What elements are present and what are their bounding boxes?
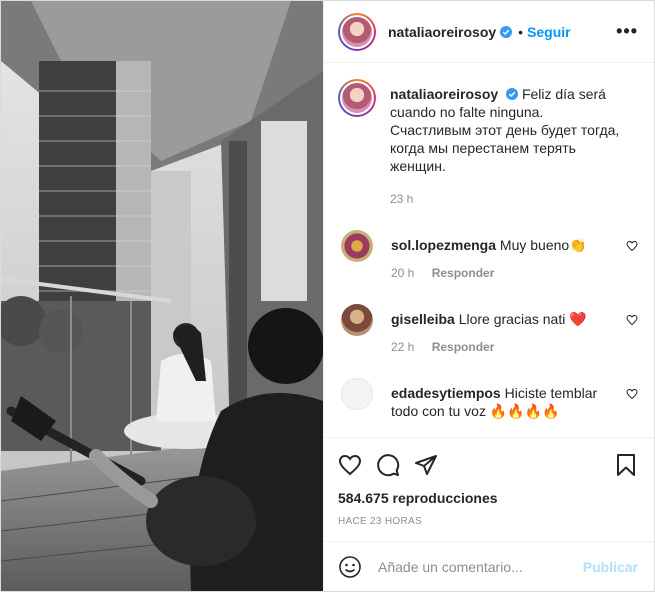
comment-timestamp[interactable]: 20 h [391,266,414,280]
reply-button[interactable]: Responder [432,340,495,354]
commenter-username[interactable]: giselleiba [391,311,455,327]
view-count[interactable]: 584.675 reproducciones [338,490,638,506]
verified-badge-icon [506,88,519,100]
comment-item: giselleiba Llore gracias nati ❤️ 22 h Re… [338,304,638,356]
comment-timestamp[interactable]: 22 h [391,340,414,354]
caption-username[interactable]: nataliaoreirosoy [390,86,498,102]
save-bookmark-icon[interactable] [614,453,638,477]
views-number: 584.675 [338,490,389,506]
more-options-icon[interactable]: ••• [616,21,638,42]
commenter-avatar[interactable] [341,230,373,262]
post-header: nataliaoreirosoy • Seguir ••• [324,1,654,63]
caption: nataliaoreirosoy Feliz día será cuando n… [338,79,638,208]
comment-item: edadesytiempos Hiciste temblar todo con … [338,378,638,420]
caption-line: женщин. [390,158,446,174]
comment-text: Llore gracias nati ❤️ [458,311,587,327]
author-avatar[interactable] [338,12,376,51]
verified-badge-icon [500,25,513,38]
like-comment-heart-icon[interactable] [626,388,638,400]
comment-bubble-icon[interactable] [376,453,400,477]
share-paper-plane-icon[interactable] [414,453,438,477]
comment-item: sol.lopezmenga Muy bueno👏 20 h Responder [338,230,638,282]
comment-input[interactable] [378,558,583,575]
caption-line: cuando no falte ninguna. [390,104,544,120]
caption-line: Счастливым этот день будет тогда, [390,122,620,138]
views-label: reproducciones [392,490,498,506]
comments-section: nataliaoreirosoy Feliz día será cuando n… [324,63,654,437]
commenter-username[interactable]: edadesytiempos [391,385,501,401]
add-comment-bar: Publicar [324,541,654,591]
commenter-avatar[interactable] [341,378,373,410]
author-username[interactable]: nataliaoreirosoy [388,24,496,40]
like-heart-icon[interactable] [338,453,362,477]
post-sidebar: nataliaoreirosoy • Seguir ••• nataliaore… [323,1,654,591]
reply-button[interactable]: Responder [432,266,495,280]
post-photo[interactable] [1,1,323,591]
caption-text: nataliaoreirosoy Feliz día será cuando n… [390,79,619,208]
caption-line: Feliz día será [521,86,606,102]
separator-dot: • [518,23,524,40]
follow-button[interactable]: Seguir [527,24,571,40]
caption-timestamp[interactable]: 23 h [390,192,413,206]
commenter-username[interactable]: sol.lopezmenga [391,237,496,253]
commenter-avatar[interactable] [341,304,373,336]
comment-text: Muy bueno👏 [499,237,587,253]
caption-line: когда мы перестанем терять [390,140,576,156]
like-comment-heart-icon[interactable] [626,314,638,326]
balcony-photo [1,1,323,591]
publish-button[interactable]: Publicar [583,559,638,575]
instagram-post: nataliaoreirosoy • Seguir ••• nataliaore… [0,0,655,592]
post-timestamp[interactable]: HACE 23 HORAS [338,516,638,527]
emoji-smiley-icon[interactable] [338,555,362,579]
caption-avatar[interactable] [338,79,376,117]
like-comment-heart-icon[interactable] [626,240,638,252]
post-actions: 584.675 reproducciones HACE 23 HORAS [324,437,654,527]
